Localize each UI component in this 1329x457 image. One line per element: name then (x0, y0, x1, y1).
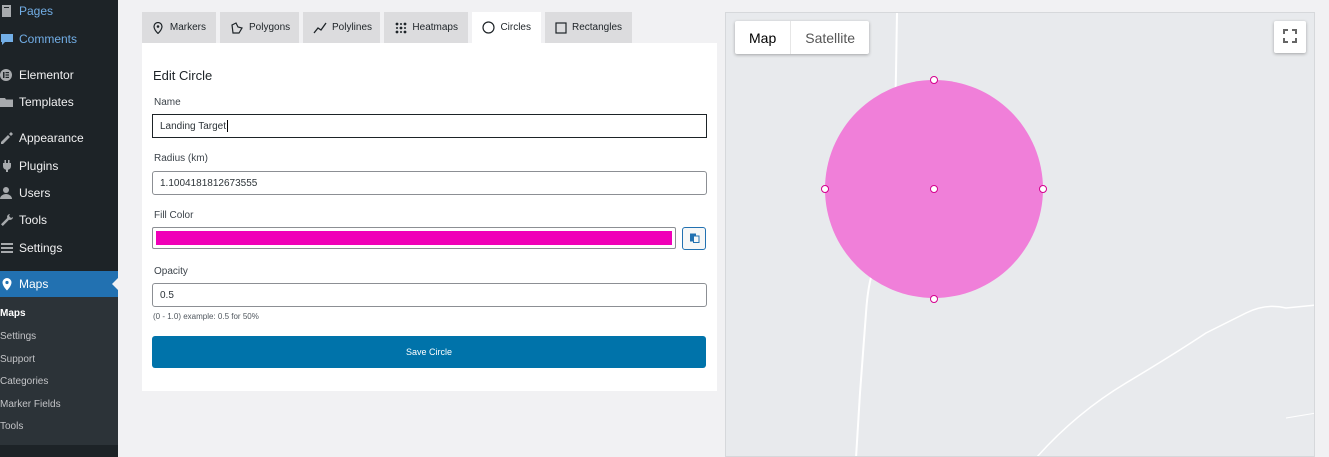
circle-handle-center[interactable] (930, 185, 938, 193)
maps-submenu: Maps Settings Support Categories Marker … (0, 297, 118, 445)
submenu-item-categories[interactable]: Categories (0, 376, 48, 387)
sidebar-item-label: Tools (19, 213, 48, 227)
marker-icon (152, 21, 165, 35)
opacity-label: Opacity (154, 266, 188, 277)
name-value: Landing Target (160, 120, 226, 132)
submenu-item-maps[interactable]: Maps (0, 308, 26, 319)
sidebar-item-label: Comments (19, 32, 78, 46)
polyline-icon (313, 21, 327, 35)
tab-polygons[interactable]: Polygons (220, 12, 299, 43)
pages-icon (0, 2, 18, 20)
opacity-hint: (0 - 1.0) example: 0.5 for 50% (153, 312, 259, 321)
clipboard-icon (689, 231, 700, 246)
tab-label: Rectangles (572, 22, 623, 33)
radius-input[interactable]: 1.1004181812673555 (152, 171, 707, 195)
submenu-item-settings[interactable]: Settings (0, 331, 36, 342)
map-type-satellite-button[interactable]: Satellite (791, 21, 869, 54)
tab-label: Polylines (332, 22, 373, 33)
edit-circle-panel: Edit Circle Name Landing Target Radius (… (142, 43, 717, 391)
sidebar-item-label: Appearance (19, 131, 84, 145)
rectangle-icon (555, 21, 567, 35)
radius-value: 1.1004181812673555 (160, 177, 258, 189)
elementor-icon (0, 66, 18, 84)
sidebar-item-label: Elementor (19, 68, 74, 82)
comments-icon (0, 30, 18, 48)
sidebar-item-appearance[interactable]: Appearance (0, 125, 118, 151)
fill-color-swatch (156, 231, 672, 245)
templates-icon (0, 93, 18, 111)
tab-label: Heatmaps (412, 22, 458, 33)
map-canvas[interactable]: Map Satellite (725, 12, 1315, 457)
sidebar-item-pages[interactable]: Pages (0, 0, 118, 24)
tab-label: Circles (500, 22, 531, 33)
circle-handle-bottom[interactable] (930, 295, 938, 303)
tab-markers[interactable]: Markers (142, 12, 216, 43)
tab-polylines[interactable]: Polylines (303, 12, 380, 43)
submenu-item-support[interactable]: Support (0, 354, 35, 365)
circle-handle-left[interactable] (821, 185, 829, 193)
opacity-value: 0.5 (160, 289, 174, 301)
fill-color-picker[interactable] (152, 227, 676, 249)
circle-handle-right[interactable] (1039, 185, 1047, 193)
users-icon (0, 184, 18, 202)
tab-circles[interactable]: Circles (472, 12, 541, 43)
fullscreen-button[interactable] (1274, 21, 1306, 53)
panel-title: Edit Circle (153, 68, 213, 83)
sidebar-item-label: Users (19, 186, 51, 200)
sidebar-item-templates[interactable]: Templates (0, 89, 118, 115)
tab-label: Markers (169, 22, 206, 33)
map-type-control: Map Satellite (735, 21, 870, 54)
circle-overlay (821, 76, 1047, 303)
name-input[interactable]: Landing Target (152, 114, 707, 138)
sidebar-item-elementor[interactable]: Elementor (0, 62, 118, 88)
map-type-map-button[interactable]: Map (735, 21, 792, 54)
tab-rectangles[interactable]: Rectangles (545, 12, 632, 43)
polygon-icon (230, 21, 244, 35)
shape-tabs: Markers Polygons Polylines Heatmaps Circ… (142, 12, 636, 43)
sidebar-item-plugins[interactable]: Plugins (0, 153, 118, 179)
name-label: Name (154, 97, 181, 108)
fill-color-label: Fill Color (154, 210, 194, 221)
settings-icon (0, 239, 18, 257)
admin-sidebar: Pages Comments Elementor Templates Appea… (0, 0, 118, 457)
text-caret (226, 120, 228, 132)
opacity-input[interactable]: 0.5 (152, 283, 707, 307)
sidebar-item-label: Templates (19, 95, 74, 109)
circle-handle-top[interactable] (930, 76, 938, 84)
save-circle-button[interactable]: Save Circle (152, 336, 706, 368)
submenu-item-marker-fields[interactable]: Marker Fields (0, 399, 61, 410)
sidebar-item-users[interactable]: Users (0, 180, 118, 206)
sidebar-item-comments[interactable]: Comments (0, 26, 118, 52)
sidebar-item-maps[interactable]: Maps (0, 271, 118, 297)
radius-label: Radius (km) (154, 153, 208, 164)
paste-color-button[interactable] (682, 227, 706, 250)
sidebar-item-label: Maps (19, 277, 49, 291)
fullscreen-icon (1283, 28, 1297, 46)
tools-icon (0, 211, 18, 229)
circle-icon (482, 21, 495, 35)
tab-label: Polygons (249, 22, 291, 33)
tab-heatmaps[interactable]: Heatmaps (384, 12, 468, 43)
heatmap-icon (394, 21, 407, 35)
plugins-icon (0, 157, 18, 175)
sidebar-item-label: Settings (19, 241, 63, 255)
submenu-item-tools[interactable]: Tools (0, 421, 23, 432)
sidebar-item-settings[interactable]: Settings (0, 235, 118, 261)
map-pin-icon (0, 275, 18, 293)
appearance-icon (0, 129, 18, 147)
active-menu-arrow (112, 278, 118, 290)
sidebar-item-tools[interactable]: Tools (0, 207, 118, 233)
sidebar-item-next[interactable] (0, 445, 118, 457)
sidebar-item-label: Plugins (19, 159, 59, 173)
sidebar-item-label: Pages (19, 4, 54, 18)
